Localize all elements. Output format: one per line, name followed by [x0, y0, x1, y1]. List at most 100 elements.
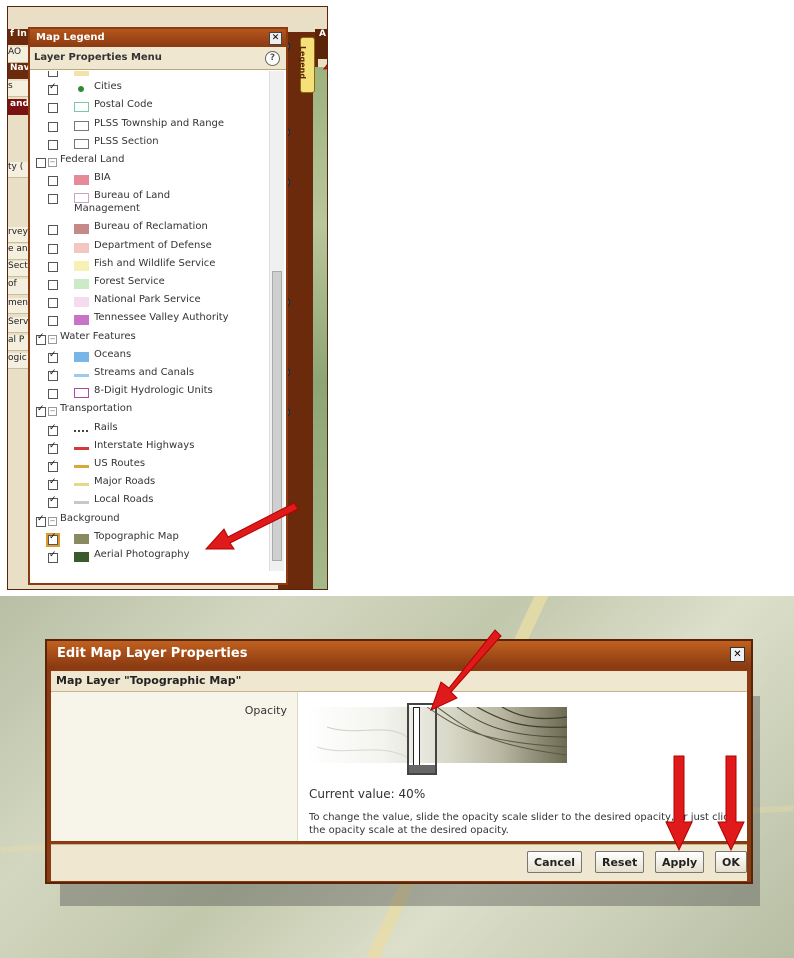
legend-layer-row[interactable]: Streams and Canals: [30, 367, 266, 384]
layer-swatch-icon: [74, 297, 89, 308]
legend-layer-row[interactable]: Urban Areas: [30, 71, 266, 80]
layer-checkbox[interactable]: [48, 350, 58, 363]
layer-checkbox[interactable]: [48, 243, 58, 254]
layer-swatch-icon: [74, 351, 89, 362]
reset-button[interactable]: Reset: [595, 851, 645, 873]
layer-swatch-icon: [74, 552, 89, 562]
legend-layer-row[interactable]: Oceans: [30, 349, 266, 366]
red-arrow-icon: [430, 629, 502, 711]
map-preview-strip: [313, 67, 327, 589]
legend-layer-list: Urban Areas Cities Postal Code PLSS Townshi…: [30, 71, 266, 571]
apply-button[interactable]: Apply: [655, 851, 705, 873]
legend-group-row[interactable]: −Transportation: [30, 403, 266, 420]
legend-layer-row[interactable]: Bureau of Land Management: [30, 190, 266, 222]
layer-label: Local Roads: [94, 494, 154, 506]
layer-label: Interstate Highways: [94, 439, 195, 451]
legend-layer-row[interactable]: Department of Defense: [30, 240, 266, 257]
layer-label: Streams and Canals: [94, 367, 195, 378]
layer-swatch-icon: [74, 71, 89, 76]
layer-swatch-icon: [74, 138, 89, 149]
layer-checkbox[interactable]: [36, 404, 46, 418]
layer-checkbox[interactable]: [48, 280, 58, 290]
layer-checkbox[interactable]: [48, 261, 58, 272]
layer-properties-menu-header: Layer Properties Menu ?: [30, 47, 286, 70]
layer-swatch-icon: [74, 533, 89, 544]
layer-checkbox[interactable]: [48, 389, 58, 400]
layer-checkbox[interactable]: [46, 532, 60, 547]
ok-button[interactable]: OK: [715, 851, 747, 873]
collapse-icon[interactable]: −: [48, 516, 57, 526]
layer-label: Rails: [94, 421, 118, 433]
layer-checkbox[interactable]: [48, 225, 58, 236]
current-value-number: 40%: [398, 787, 426, 801]
layer-swatch-icon: [74, 429, 89, 432]
layer-label: Bureau of Reclamation: [94, 221, 208, 233]
legend-tab-label: Legend: [298, 45, 308, 80]
legend-layer-row[interactable]: Cities: [30, 81, 266, 98]
layer-checkbox[interactable]: [48, 368, 58, 381]
legend-titlebar[interactable]: Map Legend ✕: [30, 29, 286, 47]
layer-checkbox[interactable]: [48, 459, 58, 472]
legend-layer-row[interactable]: Postal Code: [30, 99, 266, 116]
legend-layer-row[interactable]: National Park Service: [30, 294, 266, 311]
legend-layer-row[interactable]: Forest Service: [30, 276, 266, 293]
edit-properties-screenshot: Edit Map Layer Properties ✕ Map Layer "T…: [0, 596, 794, 958]
collapse-icon[interactable]: −: [48, 334, 57, 344]
legend-group-row[interactable]: − Federal Land: [30, 154, 266, 171]
red-arrow-icon: [322, 64, 327, 70]
legend-layer-row[interactable]: BIA: [30, 172, 266, 189]
legend-layer-row[interactable]: PLSS Section: [30, 136, 266, 153]
layer-checkbox[interactable]: [48, 194, 58, 205]
layer-label: PLSS Township and Range: [94, 117, 225, 129]
layer-checkbox[interactable]: [48, 298, 58, 309]
cancel-button[interactable]: Cancel: [527, 851, 583, 873]
layer-label: Federal Land: [60, 154, 125, 165]
layer-checkbox[interactable]: [48, 71, 58, 77]
help-icon[interactable]: ?: [265, 51, 280, 66]
legend-group-row[interactable]: −Water Features: [30, 331, 266, 348]
collapse-icon[interactable]: −: [48, 158, 57, 167]
legend-layer-row[interactable]: US Routes: [30, 458, 266, 475]
layer-label: Cities: [94, 81, 122, 93]
layer-label: Oceans: [94, 348, 132, 360]
layer-checkbox[interactable]: [36, 514, 46, 527]
legend-layer-row[interactable]: Fish and Wildlife Service: [30, 258, 266, 275]
layer-label: 8-Digit Hydrologic Units: [94, 385, 213, 397]
layer-checkbox[interactable]: [48, 550, 58, 563]
dialog-body: Map Layer "Topographic Map" Opacity Curr…: [51, 671, 747, 841]
layer-swatch-icon: [74, 102, 89, 113]
layer-checkbox[interactable]: [36, 158, 46, 168]
layer-checkbox[interactable]: [48, 176, 58, 187]
dialog-footer: Cancel Reset Apply OK: [51, 844, 747, 881]
layer-label-cont: Management: [74, 203, 140, 215]
layer-checkbox[interactable]: [36, 332, 46, 345]
layer-label: PLSS Section: [94, 135, 159, 147]
layer-label: Forest Service: [94, 276, 165, 287]
legend-layer-row[interactable]: Tennessee Valley Authority: [30, 312, 266, 329]
close-icon[interactable]: ✕: [730, 647, 745, 662]
layer-swatch-icon: [74, 120, 89, 131]
opacity-label: Opacity: [244, 704, 287, 717]
legend-layer-row[interactable]: 8-Digit Hydrologic Units: [30, 385, 266, 402]
layer-checkbox[interactable]: [48, 121, 58, 132]
layer-checkbox[interactable]: [48, 441, 58, 454]
layer-checkbox[interactable]: [48, 316, 58, 327]
layer-swatch-icon: [74, 242, 89, 253]
layer-checkbox[interactable]: [48, 103, 58, 114]
collapse-icon[interactable]: −: [48, 407, 57, 417]
legend-layer-row[interactable]: PLSS Township and Range: [30, 118, 266, 135]
legend-scrollbar[interactable]: [269, 71, 284, 571]
legend-layer-row[interactable]: Interstate Highways: [30, 440, 266, 457]
legend-layer-row[interactable]: Bureau of Reclamation: [30, 221, 266, 238]
close-icon[interactable]: ✕: [269, 32, 282, 45]
layer-swatch-icon: [74, 465, 89, 468]
dialog-titlebar[interactable]: Edit Map Layer Properties ✕: [47, 641, 751, 667]
layer-checkbox[interactable]: [48, 82, 58, 96]
legend-layer-row[interactable]: Rails: [30, 422, 266, 439]
map-layer-heading: Map Layer "Topographic Map": [51, 671, 747, 692]
legend-layer-row[interactable]: Major Roads: [30, 476, 266, 493]
layer-checkbox[interactable]: [48, 139, 58, 150]
layer-checkbox[interactable]: [48, 495, 58, 509]
layer-checkbox[interactable]: [48, 477, 58, 491]
layer-checkbox[interactable]: [48, 423, 58, 436]
